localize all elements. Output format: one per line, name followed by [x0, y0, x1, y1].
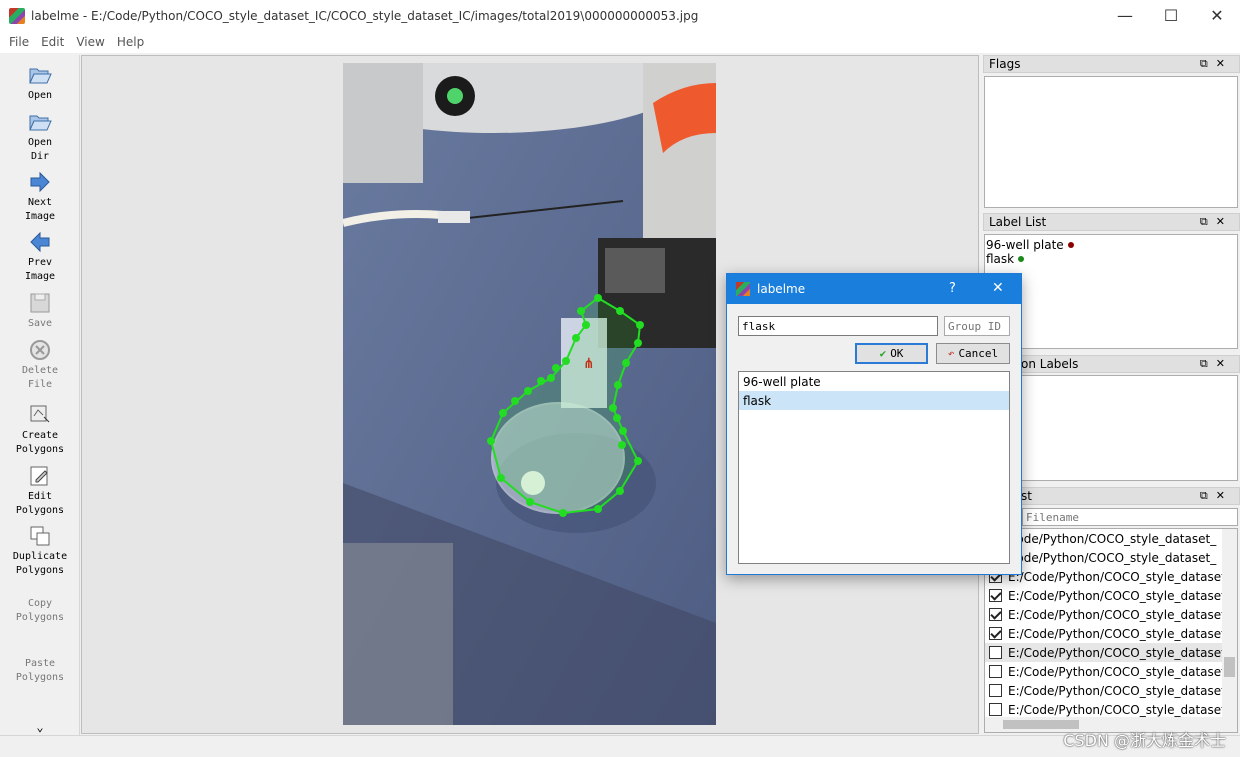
dock-float-close-icon[interactable]: ⧉✕: [1200, 57, 1233, 71]
label-list-item[interactable]: flask: [986, 252, 1236, 266]
dialog-title: labelme: [757, 282, 806, 296]
label-list[interactable]: 96-well plate flask: [984, 234, 1238, 349]
dock-float-close-icon[interactable]: ⧉✕: [1200, 215, 1233, 229]
floppy-disk-icon: [30, 293, 50, 313]
menu-file[interactable]: File: [3, 35, 35, 49]
menu-bar: File Edit View Help: [0, 31, 1240, 53]
copy-polygons-button[interactable]: Copy Polygons: [0, 597, 80, 625]
file-list-row[interactable]: E:/Code/Python/COCO_style_dataset_: [985, 681, 1232, 700]
polygon-labels-list[interactable]: [984, 375, 1238, 481]
duplicate-polygons-button[interactable]: Duplicate Polygons: [0, 524, 80, 578]
vertical-scrollbar[interactable]: [1222, 529, 1237, 719]
menu-view[interactable]: View: [70, 35, 110, 49]
ok-button[interactable]: ✔ OK: [855, 343, 928, 364]
left-toolbar: Open Open Dir Next Image Prev Image Save…: [0, 55, 80, 735]
undo-icon: ↶: [947, 347, 955, 360]
next-image-button[interactable]: Next Image: [0, 170, 80, 224]
paste-polygons-button[interactable]: Paste Polygons: [0, 657, 80, 685]
dock-float-close-icon[interactable]: ⧉✕: [1200, 357, 1233, 371]
file-list-row[interactable]: E:/Code/Python/COCO_style_dataset_: [985, 643, 1232, 662]
window-title: labelme - E:/Code/Python/COCO_style_data…: [31, 8, 699, 23]
edit-polygons-button[interactable]: Edit Polygons: [0, 464, 80, 518]
check-icon: ✔: [879, 347, 887, 360]
file-checkbox[interactable]: [989, 703, 1002, 716]
dock-float-close-icon[interactable]: ⧉✕: [1200, 489, 1233, 503]
arrow-right-icon: [30, 171, 50, 193]
annotated-photo[interactable]: ⋔: [343, 63, 716, 725]
labelme-app-icon: [736, 282, 750, 296]
file-list-row[interactable]: E:/Code/Python/COCO_style_dataset_: [985, 605, 1232, 624]
folder-open-icon: [29, 68, 52, 84]
label-dialog: labelme ? ✕ ✔ OK ↶ Cancel 96-well plate …: [726, 273, 1022, 575]
title-bar: labelme - E:/Code/Python/COCO_style_data…: [0, 0, 1240, 31]
label-suggestion-item[interactable]: flask: [739, 391, 1009, 410]
arrow-left-icon: [30, 231, 50, 253]
watermark: CSDN @浙大炼金术士: [1063, 731, 1226, 750]
file-checkbox[interactable]: [989, 608, 1002, 621]
create-polygon-icon: [30, 405, 50, 423]
open-dir-button[interactable]: Open Dir: [0, 110, 80, 164]
toolbar-expand-icon[interactable]: ⌄: [0, 720, 80, 734]
labelme-app-icon: [9, 7, 25, 24]
label-list-dock-title: Label List ⧉✕: [983, 213, 1240, 231]
delete-circle-icon: [30, 340, 50, 360]
file-checkbox[interactable]: [989, 627, 1002, 640]
file-checkbox[interactable]: [989, 684, 1002, 697]
open-button[interactable]: Open: [0, 63, 80, 103]
menu-help[interactable]: Help: [111, 35, 150, 49]
label-color-dot: [1018, 256, 1025, 262]
prev-image-button[interactable]: Prev Image: [0, 230, 80, 284]
cancel-button[interactable]: ↶ Cancel: [936, 343, 1010, 364]
file-search-input[interactable]: [1022, 508, 1238, 526]
label-list-item[interactable]: 96-well plate: [986, 238, 1236, 252]
status-bar: [0, 735, 1240, 757]
close-button[interactable]: ✕: [1194, 0, 1240, 31]
flags-list[interactable]: [984, 76, 1238, 208]
photo-scene: ⋔: [343, 63, 716, 725]
file-list-row[interactable]: E:/Code/Python/COCO_style_dataset_: [985, 624, 1232, 643]
group-id-input[interactable]: [944, 316, 1010, 336]
minimize-button[interactable]: —: [1102, 0, 1148, 31]
folder-open-icon: [29, 115, 52, 131]
save-button[interactable]: Save: [0, 291, 80, 331]
scrollbar-thumb[interactable]: [1224, 657, 1235, 677]
maximize-button[interactable]: ☐: [1148, 0, 1194, 31]
menu-edit[interactable]: Edit: [35, 35, 70, 49]
dialog-title-bar: labelme ? ✕: [727, 274, 1021, 304]
file-list-row[interactable]: E:/Code/Python/COCO_style_dataset_: [985, 586, 1232, 605]
flags-dock-title: Flags ⧉✕: [983, 55, 1240, 73]
file-list-row[interactable]: E:/Code/Python/COCO_style_dataset_: [985, 662, 1232, 681]
dialog-close-button[interactable]: ✕: [992, 280, 1004, 296]
label-input[interactable]: [738, 316, 938, 336]
create-polygons-button[interactable]: Create Polygons: [0, 403, 80, 457]
file-checkbox[interactable]: [989, 589, 1002, 602]
file-checkbox[interactable]: [989, 665, 1002, 678]
label-suggestion-item[interactable]: 96-well plate: [739, 372, 1009, 391]
file-checkbox[interactable]: [989, 646, 1002, 659]
duplicate-icon: [30, 526, 50, 546]
file-list[interactable]: Code/Python/COCO_style_dataset_ Code/Pyt…: [984, 528, 1238, 733]
label-color-dot: [1067, 242, 1074, 248]
edit-icon: [30, 466, 48, 486]
delete-file-button[interactable]: Delete File: [0, 338, 80, 392]
dialog-help-button[interactable]: ?: [949, 281, 956, 296]
label-suggestion-list[interactable]: 96-well plate flask: [738, 371, 1010, 564]
